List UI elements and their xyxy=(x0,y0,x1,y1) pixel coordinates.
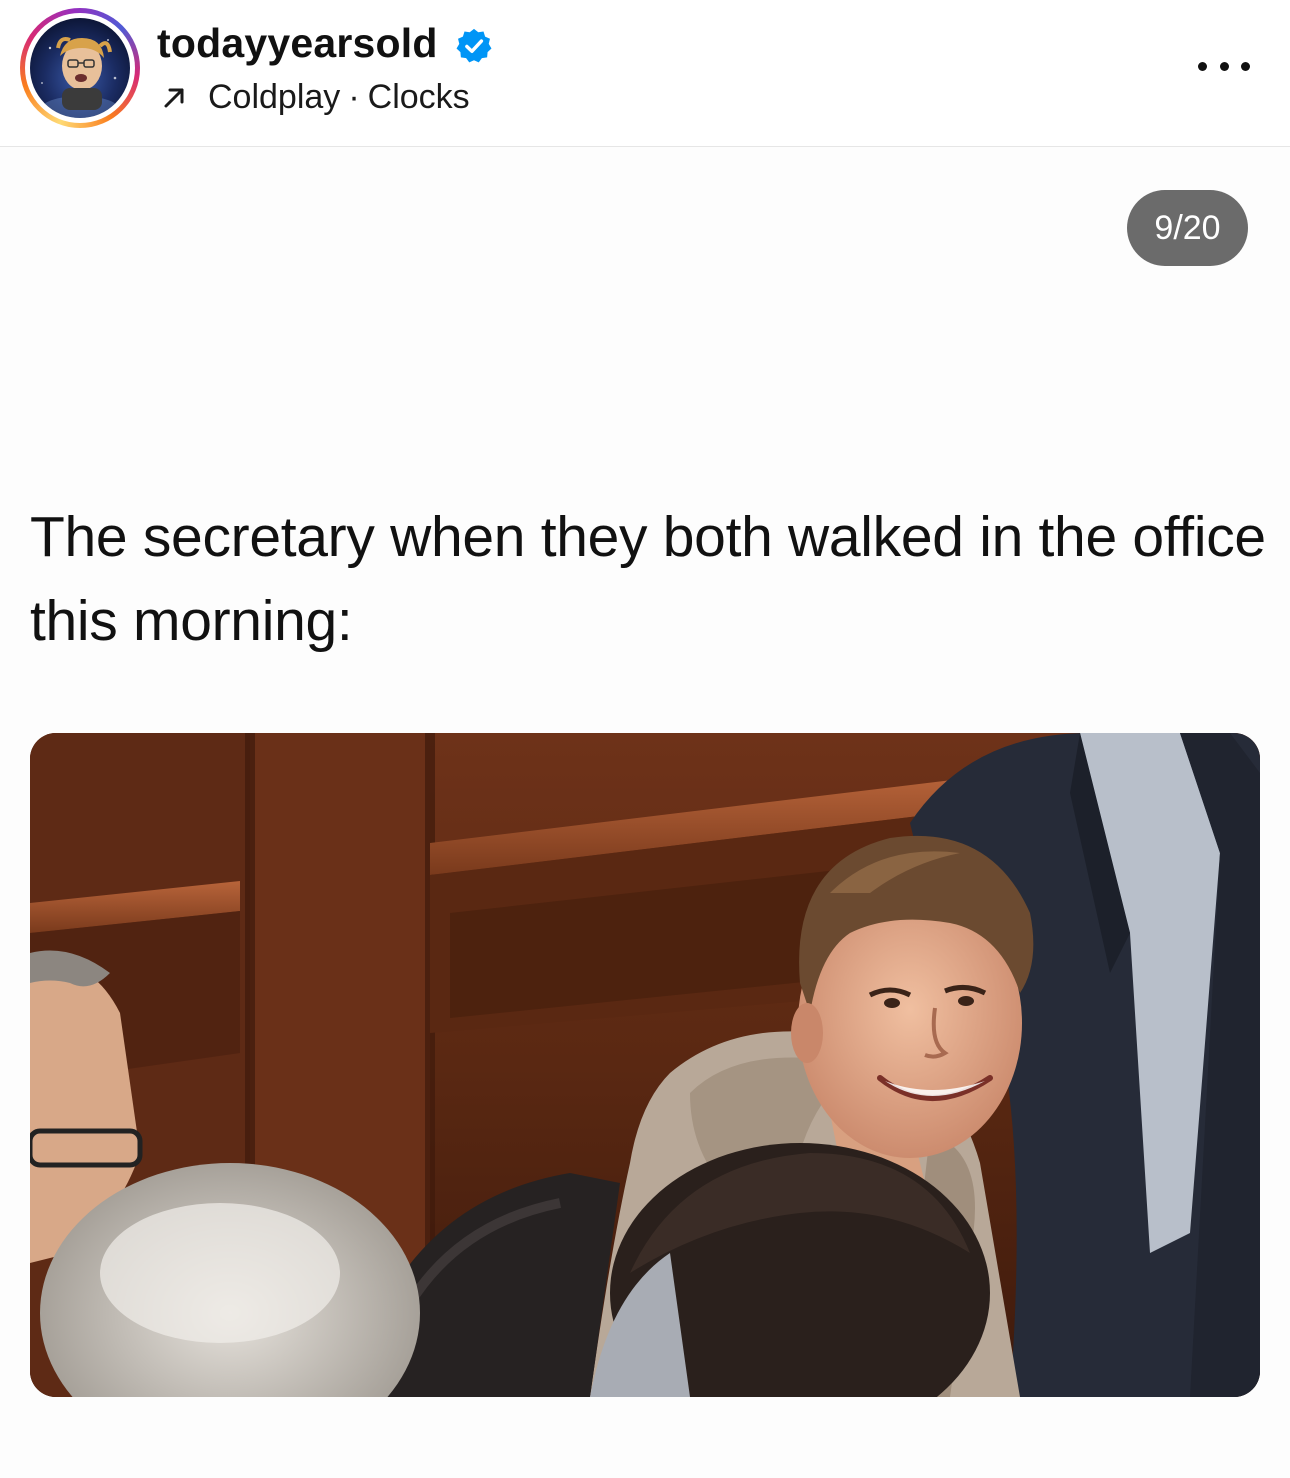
arrow-up-right-icon xyxy=(164,88,184,108)
post-caption-text: The secretary when they both walked in t… xyxy=(30,505,1266,653)
username-link[interactable]: todayyearsold xyxy=(157,20,438,67)
audio-artist: Coldplay xyxy=(208,77,341,116)
avatar[interactable] xyxy=(30,18,130,118)
meme-photo xyxy=(30,733,1260,1397)
story-ring[interactable] xyxy=(20,8,140,128)
audio-track: Clocks xyxy=(367,77,470,116)
photo-image xyxy=(30,733,1260,1397)
audio-attribution[interactable]: Coldplay · Clocks xyxy=(160,76,470,118)
avatar-image xyxy=(40,37,120,118)
post-media[interactable]: 9/20 The secretary when they both walked… xyxy=(0,147,1290,1478)
verified-badge-icon xyxy=(456,28,492,63)
post-header: todayyearsold Coldplay · Clocks xyxy=(0,0,1290,147)
more-horizontal-icon xyxy=(1198,61,1207,71)
audio-separator: · xyxy=(348,77,360,116)
more-options-button[interactable] xyxy=(1196,48,1252,84)
carousel-counter: 9/20 xyxy=(1127,190,1248,266)
